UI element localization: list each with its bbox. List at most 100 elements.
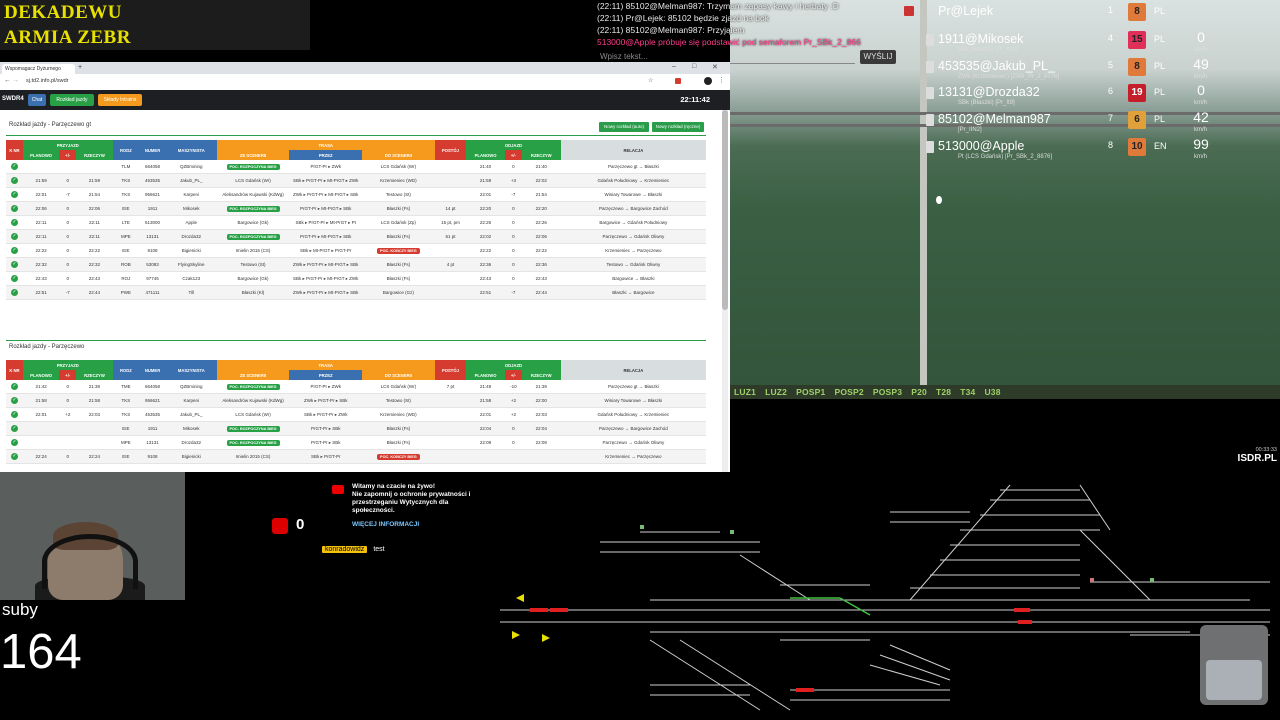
check-icon[interactable]: ✓ <box>10 163 18 170</box>
table-cell: Parzęczewo → Bargowice Zachód <box>560 421 706 436</box>
table-row[interactable]: ✓ 22:06 0 22:06 EIE 1911 Mikosek POC. ROZPOCZYN… <box>6 201 706 216</box>
player-location: Pt (LCS Gdańsk) [Pr_SBk_2_8876] <box>958 154 1053 160</box>
chat-line: 513000@Apple próbuje się podstawić pod s… <box>597 37 861 47</box>
table-row[interactable]: ✓ 22:43 0 22:43 ROJ 97745 Czak123 Bargowice (Gk… <box>6 271 706 286</box>
tab-u38[interactable]: U38 <box>984 387 1000 397</box>
tab-t34[interactable]: T34 <box>960 387 975 397</box>
table-cell: 1911 <box>139 201 166 216</box>
table-cell: Parzęczewo gt → Błaszki <box>560 160 706 174</box>
check-icon[interactable]: ✓ <box>10 453 18 460</box>
table-cell: Błaszki (Fs) <box>362 421 435 436</box>
check-icon[interactable]: ✓ <box>10 261 18 268</box>
check-icon[interactable]: ✓ <box>10 439 18 446</box>
table-row[interactable]: ✓ 22:11 0 22:11 MPE 13131 Drozda32 POC. ROZPOCZ… <box>6 229 706 244</box>
player-row: 85102@Melman987 [Pr_IIN2] 7 6 PL 42 km/h <box>898 109 1228 136</box>
url-field[interactable]: sj.td2.info.pl/swdr <box>26 78 69 84</box>
status-badge: POC. ROZPOCZYNA BIEG <box>226 163 280 170</box>
table-cell: MPE <box>112 229 140 244</box>
browser-window: Wspomagacz Dyżurnego + – □ ✕ ← → sj.td2.… <box>0 62 730 472</box>
table-row[interactable]: ✓ 21:59 0 21:59 TKS 453535 Jakub_PL_ LCS Gdańsk… <box>6 173 706 188</box>
tab-t28[interactable]: T28 <box>936 387 951 397</box>
chat-line: (22:11) 85102@Melman987: Trzymam zapasy … <box>597 1 839 11</box>
table-row[interactable]: ✓ 22:51 -7 22:44 PWE 471111 Till Błaszki (Kl) ZW… <box>6 285 706 300</box>
table-row[interactable]: ✓ 22:32 0 22:32 ROB 53083 FlyingSkyline Testowo… <box>6 257 706 272</box>
table-cell: 513000 <box>139 215 166 230</box>
table-row[interactable]: ✓ 22:01 -7 21:54 TKS 956621 Karpeni Aleksandrów… <box>6 187 706 202</box>
check-icon[interactable]: ✓ <box>10 247 18 254</box>
table-row[interactable]: ✓ 22:22 0 22:22 EIE 9108 Bigienicki Imielin 201… <box>6 243 706 258</box>
check-icon[interactable]: ✓ <box>10 289 18 296</box>
table-row[interactable]: ✓ EIE 1911 Mikosek POC. ROZPOCZYNA BIEG PrGT-… <box>6 421 706 436</box>
table-cell: 453535 <box>139 407 166 422</box>
check-icon[interactable]: ✓ <box>10 233 18 240</box>
table-row[interactable]: ✓ 22:11 0 22:11 LTE 513000 Apple Bargowice (Gk)… <box>6 215 706 230</box>
tab-luz2[interactable]: LUZ2 <box>765 387 787 397</box>
table-cell: 22:22 <box>521 243 561 258</box>
table-row[interactable]: ✓ MPE 13131 Drozda32 POC. ROZPOCZYNA BIEG PrG… <box>6 435 706 450</box>
table-cell: POC. KOŃCZY BIEG <box>362 449 435 464</box>
check-icon[interactable]: ✓ <box>10 397 18 404</box>
table-cell: Czak123 <box>165 271 217 286</box>
table-cell: Bargowice → Błaszki <box>560 271 706 286</box>
maximize-icon[interactable]: □ <box>692 63 696 70</box>
table-cell: Bigienicki <box>165 243 217 258</box>
new-timetable-auto-button[interactable]: Nowy rozkład (auto) <box>599 122 649 132</box>
menu-icon[interactable]: ⋮ <box>718 76 725 84</box>
close-icon[interactable]: ✕ <box>712 63 718 71</box>
scrollbar[interactable] <box>722 110 728 472</box>
check-icon[interactable]: ✓ <box>10 191 18 198</box>
back-icon[interactable]: ← <box>4 77 11 84</box>
check-icon[interactable]: ✓ <box>10 205 18 212</box>
extension-icon[interactable] <box>675 78 681 84</box>
browser-tab[interactable]: Wspomagacz Dyżurnego <box>2 64 75 74</box>
table-cell: EIE <box>112 243 140 258</box>
tab-posp3[interactable]: POSP3 <box>873 387 902 397</box>
check-icon[interactable]: ✓ <box>10 219 18 226</box>
profile-icon[interactable] <box>704 77 712 85</box>
nav-consists-button[interactable]: Składy Intrains <box>98 94 142 106</box>
more-info-link[interactable]: WIĘCEJ INFORMACJI <box>352 521 472 529</box>
forward-icon[interactable]: → <box>12 77 19 84</box>
check-icon[interactable]: ✓ <box>10 177 18 184</box>
check-icon[interactable]: ✓ <box>10 425 18 432</box>
table-cell: 0 <box>59 173 77 188</box>
check-cell: ✓ <box>6 407 23 422</box>
table-cell: 22:22 <box>76 243 113 258</box>
player-rank: 8 <box>1108 140 1114 150</box>
table-cell: LCS Gdańsk (Wr) <box>216 173 290 188</box>
table-row[interactable]: ✓ 21:58 0 21:58 TKS 956621 Karpeni Aleksandrów … <box>6 393 706 408</box>
send-button[interactable]: WYŚLIJ <box>860 50 896 64</box>
minimize-icon[interactable]: – <box>672 63 676 70</box>
table-row[interactable]: ✓ TLM 664058 QZBmining POC. ROZPOCZYNA BIEG P… <box>6 160 706 174</box>
table-cell <box>434 435 467 450</box>
schematic-labels <box>640 525 1154 582</box>
header-cell: +/- <box>59 150 77 160</box>
check-icon[interactable]: ✓ <box>10 411 18 418</box>
tab-luz1[interactable]: LUZ1 <box>734 387 756 397</box>
scrollbar-thumb[interactable] <box>722 110 728 310</box>
tab-p20[interactable]: P20 <box>911 387 927 397</box>
nav-chat-button[interactable]: Chat <box>28 94 46 106</box>
table-cell: 22:36 <box>466 257 505 272</box>
star-icon[interactable]: ☆ <box>648 77 653 84</box>
table-cell: 664058 <box>139 380 166 394</box>
table-cell: 21:58 <box>466 393 505 408</box>
new-timetable-manual-button[interactable]: Nowy rozkład (ręczne) <box>652 122 704 132</box>
check-icon[interactable]: ✓ <box>10 383 18 390</box>
tab-posp1[interactable]: POSP1 <box>796 387 825 397</box>
table-row[interactable]: ✓ 22:24 0 22:24 EIE 9108 Bigienicki Imielin 201… <box>6 449 706 464</box>
nav-timetable-button[interactable]: Rozkład jazdy <box>50 94 94 106</box>
table-cell: Aleksandrów Kujawski (KdWg) <box>216 393 290 408</box>
new-tab-icon[interactable]: + <box>78 64 82 71</box>
table-row[interactable]: ✓ 21:42 0 21:38 TME 664058 QZBmining POC. ROZPO… <box>6 380 706 394</box>
browser-tab-bar: Wspomagacz Dyżurnego + – □ ✕ <box>0 62 730 74</box>
table-row[interactable]: ✓ 22:01 +2 22:03 TKS 453535 Jakub_PL_ LCS Gdańs… <box>6 407 706 422</box>
tab-posp2[interactable]: POSP2 <box>834 387 863 397</box>
player-name: 513000@Apple <box>938 139 1025 153</box>
header-cell: RODZ <box>112 360 140 380</box>
table-cell: 13131 <box>139 229 166 244</box>
check-icon[interactable]: ✓ <box>10 275 18 282</box>
table-cell: 21:40 <box>521 160 561 174</box>
header-cell: PLANOWO <box>466 370 505 380</box>
table-cell: 21:59 <box>76 173 113 188</box>
